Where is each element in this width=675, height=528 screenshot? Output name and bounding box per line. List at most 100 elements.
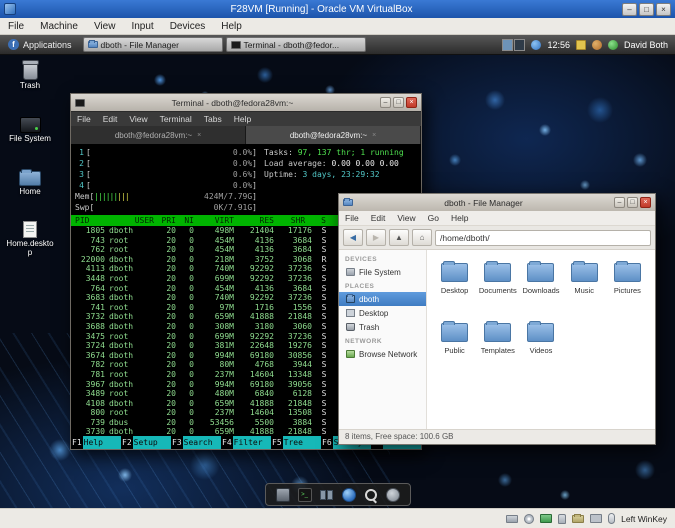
sidebar-item-browse-network[interactable]: Browse Network — [339, 347, 426, 361]
sidebar-item-desktop[interactable]: Desktop — [339, 306, 426, 320]
desktop-icon-trash[interactable]: Trash — [6, 60, 54, 91]
fm-menu-item[interactable]: View — [391, 213, 421, 223]
htop-column-header[interactable]: S — [317, 215, 331, 226]
vbox-maximize-button[interactable]: □ — [639, 2, 654, 16]
tab-close-icon[interactable]: × — [372, 132, 376, 139]
folder-item[interactable]: Music — [563, 260, 606, 316]
dock-terminal-icon[interactable]: >_ — [297, 487, 312, 502]
location-bar[interactable]: /home/dboth/ — [435, 229, 651, 246]
dock-workspaces-icon[interactable] — [319, 488, 334, 502]
shared-folders-status-icon[interactable] — [572, 513, 585, 523]
terminal-menu-item[interactable]: View — [123, 114, 153, 124]
htop-column-header[interactable]: SHR — [279, 215, 317, 226]
fm-menu-item[interactable]: File — [339, 213, 365, 223]
fm-maximize-button[interactable]: □ — [627, 197, 638, 208]
terminal-menu-item[interactable]: File — [71, 114, 97, 124]
folder-item[interactable]: Documents — [476, 260, 519, 316]
vbox-menu-item[interactable]: Machine — [32, 18, 86, 34]
vbox-menu-item[interactable]: Input — [123, 18, 161, 34]
vbox-close-button[interactable]: × — [656, 2, 671, 16]
home-folder-icon — [346, 294, 355, 303]
folder-label: Templates — [480, 346, 515, 355]
folder-label: Videos — [529, 346, 553, 355]
panel-clock[interactable]: 12:56 — [547, 40, 570, 50]
workspace-switcher[interactable] — [502, 38, 526, 51]
fm-close-button[interactable]: × — [640, 197, 651, 208]
folder-item[interactable]: Templates — [476, 320, 519, 376]
htop-function-key[interactable]: F2 Setup — [121, 436, 171, 449]
vbox-menu-item[interactable]: Devices — [162, 18, 214, 34]
htop-function-key[interactable]: F4 Filter — [221, 436, 271, 449]
htop-function-key[interactable]: F1 Help — [71, 436, 121, 449]
optical-disc-status-icon[interactable] — [524, 513, 535, 524]
terminal-menu-item[interactable]: Edit — [97, 114, 124, 124]
dock-search-icon[interactable] — [364, 488, 378, 502]
sidebar-item-trash[interactable]: Trash — [339, 320, 426, 334]
terminal-minimize-button[interactable]: – — [380, 97, 391, 108]
folder-item[interactable]: Downloads — [519, 260, 562, 316]
virtualbox-titlebar[interactable]: F28VM [Running] - Oracle VM VirtualBox –… — [0, 0, 675, 18]
back-button[interactable]: ◀ — [343, 229, 363, 246]
terminal-menu-item[interactable]: Tabs — [198, 114, 228, 124]
workspace-2[interactable] — [514, 38, 526, 51]
up-button[interactable]: ▲ — [389, 229, 409, 246]
home-folder-icon — [19, 169, 41, 186]
fm-menu-item[interactable]: Help — [445, 213, 474, 223]
dock-settings-icon[interactable] — [385, 487, 400, 502]
vbox-menu-item[interactable]: Help — [213, 18, 250, 34]
dock-files-icon[interactable] — [275, 487, 290, 502]
fm-menu-item[interactable]: Edit — [365, 213, 392, 223]
terminal-menu-item[interactable]: Terminal — [154, 114, 198, 124]
folder-item[interactable]: Pictures — [606, 260, 649, 316]
desktop-icon-file-system[interactable]: File System — [6, 115, 54, 144]
power-tray-icon[interactable] — [607, 39, 618, 50]
htop-function-key[interactable]: F5 Tree — [271, 436, 321, 449]
usb-status-icon[interactable] — [558, 513, 567, 524]
vbox-menu-item[interactable]: File — [0, 18, 32, 34]
terminal-menu-item[interactable]: Help — [228, 114, 257, 124]
vbox-menu-item[interactable]: View — [86, 18, 124, 34]
network-status-icon[interactable] — [540, 514, 553, 523]
taskbar-button-terminal[interactable]: Terminal - dboth@fedor... — [225, 37, 366, 52]
htop-column-header[interactable]: VIRT — [199, 215, 239, 226]
htop-column-header[interactable]: NI — [181, 215, 199, 226]
file-manager-titlebar[interactable]: dboth - File Manager – □ × — [339, 194, 655, 211]
user-menu[interactable]: David Both — [624, 40, 668, 50]
folder-item[interactable]: Public — [433, 320, 476, 376]
network-tray-icon[interactable] — [531, 39, 542, 50]
sidebar-item-file-system[interactable]: File System — [339, 265, 426, 279]
taskbar-button-file-manager[interactable]: dboth - File Manager — [82, 37, 223, 52]
folder-item[interactable]: Videos — [519, 320, 562, 376]
desktop-icon-home[interactable]: Home — [6, 168, 54, 197]
htop-column-header[interactable]: USER — [109, 215, 159, 226]
htop-column-header[interactable]: PID — [75, 215, 109, 226]
forward-button[interactable]: ▶ — [366, 229, 386, 246]
display-status-icon[interactable] — [590, 514, 603, 523]
sidebar-item-dboth[interactable]: dboth — [339, 292, 426, 306]
workspace-1[interactable] — [502, 38, 514, 51]
terminal-tab-2[interactable]: dboth@fedora28vm:~ × — [246, 126, 421, 144]
folder-item[interactable]: Desktop — [433, 260, 476, 316]
harddisk-status-icon[interactable] — [506, 514, 519, 523]
fm-minimize-button[interactable]: – — [614, 197, 625, 208]
desktop-icon-label: Home — [19, 187, 41, 196]
tab-close-icon[interactable]: × — [197, 132, 201, 139]
terminal-maximize-button[interactable]: □ — [393, 97, 404, 108]
htop-column-header[interactable]: PRI — [159, 215, 181, 226]
home-button[interactable]: ⌂ — [412, 229, 432, 246]
volume-tray-icon[interactable] — [591, 39, 602, 50]
desktop-icon-home-desktop-file[interactable]: Home.desktop — [6, 220, 54, 258]
terminal-close-button[interactable]: × — [406, 97, 417, 108]
applications-menu-button[interactable]: Applications — [0, 35, 80, 54]
terminal-titlebar[interactable]: Terminal - dboth@fedora28vm:~ – □ × — [71, 94, 421, 111]
terminal-tab-1[interactable]: dboth@fedora28vm:~ × — [71, 126, 246, 144]
folder-label: Downloads — [522, 286, 560, 295]
notes-tray-icon[interactable] — [575, 39, 586, 50]
fm-menu-item[interactable]: Go — [422, 213, 445, 223]
htop-column-header[interactable]: RES — [239, 215, 279, 226]
mouse-integration-status-icon[interactable] — [608, 513, 616, 524]
dock-browser-globe-icon[interactable] — [341, 487, 356, 502]
vbox-minimize-button[interactable]: – — [622, 2, 637, 16]
folder-label: Documents — [478, 286, 517, 295]
htop-function-key[interactable]: F3 Search — [171, 436, 221, 449]
